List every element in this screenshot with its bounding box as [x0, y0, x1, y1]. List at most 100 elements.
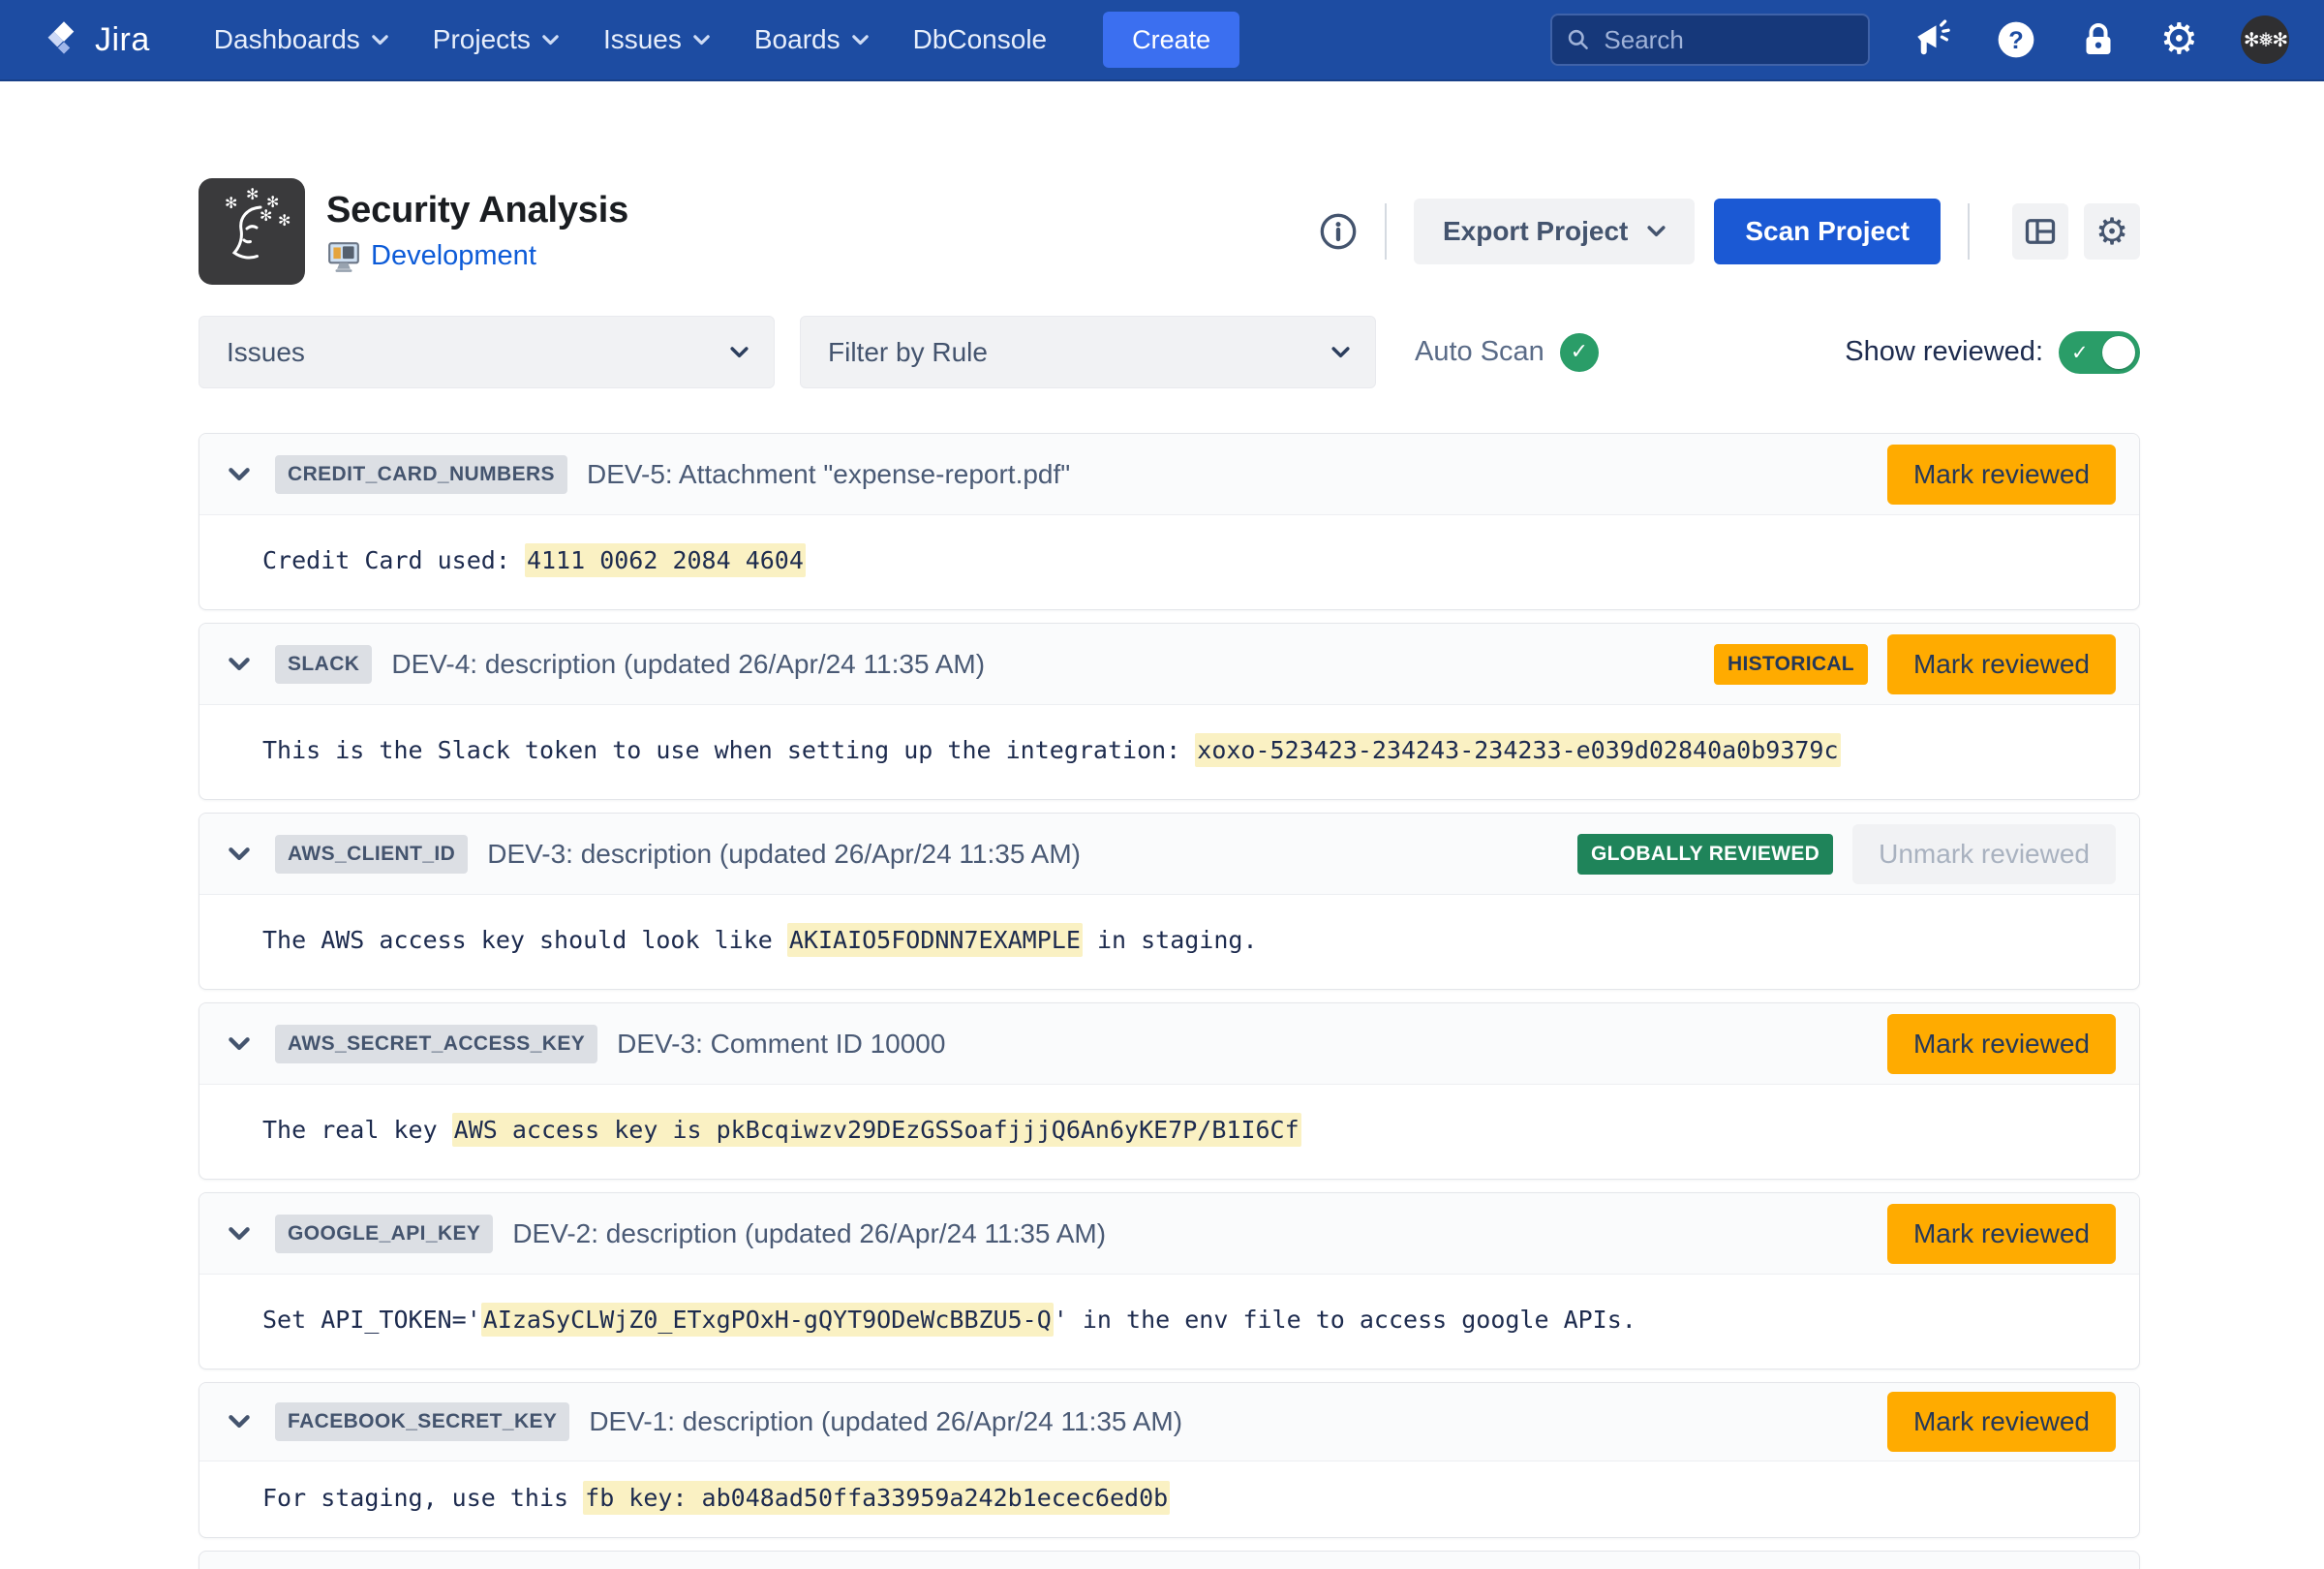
help-button[interactable]: ?: [1996, 19, 2036, 60]
review-button[interactable]: Mark reviewed: [1887, 1014, 2116, 1074]
project-settings-button[interactable]: ⚙: [2084, 203, 2140, 260]
secret-highlight: xoxo-523423-234243-234233-e039d02840a0b9…: [1195, 733, 1840, 767]
finding-header[interactable]: AWS_CLIENT_ID DEV-3: description (update…: [199, 814, 2139, 895]
chevron-down-icon: [730, 347, 749, 358]
create-button[interactable]: Create: [1103, 12, 1239, 68]
search-icon: [1566, 25, 1591, 54]
finding-body: The real key AWS access key is pkBcqiwzv…: [199, 1085, 2139, 1179]
secret-highlight: AIzaSyCLWjZ0_ETxgPOxH-gQYT9ODeWcBBZU5-Q: [481, 1303, 1054, 1337]
svg-text:?: ?: [2008, 27, 2024, 54]
rule-badge: CREDIT_CARD_NUMBERS: [275, 455, 567, 494]
info-button[interactable]: [1319, 212, 1358, 251]
nav-dbconsole[interactable]: DbConsole: [913, 24, 1048, 55]
show-reviewed-label: Show reviewed:: [1845, 336, 2043, 368]
filter-row: Issues Filter by Rule Auto Scan ✓ Show r…: [199, 316, 2140, 388]
jira-logo-icon: [43, 18, 85, 61]
main-nav: Dashboards Projects Issues Boards DbCons…: [214, 24, 1091, 55]
finding-title: DEV-3: description (updated 26/Apr/24 11…: [487, 839, 1081, 870]
export-project-button[interactable]: Export Project: [1414, 199, 1695, 264]
review-button[interactable]: Mark reviewed: [1887, 445, 2116, 505]
project-link[interactable]: Development: [371, 240, 536, 272]
chevron-down-icon: [1331, 347, 1350, 358]
review-button[interactable]: Mark reviewed: [1887, 634, 2116, 694]
search-input[interactable]: [1602, 24, 1859, 56]
divider: [1385, 203, 1387, 260]
nav-boards[interactable]: Boards: [754, 24, 869, 55]
finding-header[interactable]: FACEBOOK_SECRET_KEY DEV-1: description (…: [199, 1383, 2139, 1461]
secret-highlight: AKIAIO5FODNN7EXAMPLE: [787, 923, 1083, 957]
finding-body: For staging, use this fb key: ab048ad50f…: [199, 1461, 2139, 1537]
nav-issues[interactable]: Issues: [603, 24, 710, 55]
finding-card: CREDIT_CARD_NUMBERS DEV-5: Attachment "e…: [199, 433, 2140, 610]
secret-highlight: AWS access key is pkBcqiwzv29DEzGSSoafjj…: [452, 1113, 1301, 1147]
security-button[interactable]: [2079, 20, 2118, 59]
show-reviewed-control: Show reviewed: ✓: [1845, 331, 2140, 374]
issues-filter-select[interactable]: Issues: [199, 316, 775, 388]
collapse-chevron-icon[interactable]: [229, 1227, 250, 1241]
announcements-button[interactable]: [1912, 19, 1953, 60]
finding-header[interactable]: GOOGLE_API_KEY DEV-2: description (updat…: [199, 1193, 2139, 1275]
rule-badge: AWS_SECRET_ACCESS_KEY: [275, 1025, 597, 1063]
toggle-knob: [2102, 336, 2135, 369]
top-navbar: Jira Dashboards Projects Issues Boards D…: [0, 0, 2324, 81]
finding-card: AWS_CLIENT_ID DEV-3: description (update…: [199, 813, 2140, 990]
secret-highlight: 4111 0062 2084 4604: [525, 543, 806, 577]
review-button[interactable]: Mark reviewed: [1887, 1392, 2116, 1452]
board-view-button[interactable]: [2012, 203, 2068, 260]
jira-logo[interactable]: Jira: [43, 18, 150, 61]
collapse-chevron-icon[interactable]: [229, 468, 250, 481]
chevron-down-icon: [372, 35, 388, 46]
monitor-icon: [326, 239, 361, 274]
project-avatar: ✻✻✻ ✻✻: [199, 178, 305, 285]
finding-body: Set API_TOKEN='AIzaSyCLWjZ0_ETxgPOxH-gQY…: [199, 1275, 2139, 1369]
finding-header[interactable]: SLACK DEV-4: description (updated 26/Apr…: [199, 624, 2139, 705]
review-button[interactable]: Unmark reviewed: [1852, 824, 2116, 884]
collapse-chevron-icon[interactable]: [229, 847, 250, 861]
megaphone-icon: [1912, 19, 1953, 60]
divider: [1968, 203, 1970, 260]
collapse-chevron-icon[interactable]: [229, 1415, 250, 1429]
finding-card: SLACK DEV-4: description (updated 26/Apr…: [199, 623, 2140, 800]
scan-project-button[interactable]: Scan Project: [1714, 199, 1941, 264]
rule-badge: GOOGLE_API_KEY: [275, 1215, 493, 1253]
rule-filter-select[interactable]: Filter by Rule: [800, 316, 1376, 388]
collapse-chevron-icon[interactable]: [229, 1037, 250, 1051]
chevron-down-icon: [693, 35, 710, 46]
nav-projects[interactable]: Projects: [433, 24, 559, 55]
next-finding-card-edge: [199, 1551, 2140, 1569]
finding-body: This is the Slack token to use when sett…: [199, 705, 2139, 799]
chevron-down-icon: [852, 35, 869, 46]
svg-text:✻: ✻: [246, 185, 259, 203]
show-reviewed-toggle[interactable]: ✓: [2059, 331, 2140, 374]
jira-logo-text: Jira: [95, 21, 150, 59]
page-header: ✻✻✻ ✻✻ Security Analysis Development: [199, 178, 2140, 285]
board-view-icon: [2023, 214, 2058, 249]
auto-scan-check-icon: ✓: [1560, 333, 1599, 372]
finding-header[interactable]: AWS_SECRET_ACCESS_KEY DEV-3: Comment ID …: [199, 1003, 2139, 1085]
rule-badge: AWS_CLIENT_ID: [275, 835, 468, 874]
auto-scan-indicator: Auto Scan ✓: [1415, 333, 1599, 372]
findings-list: CREDIT_CARD_NUMBERS DEV-5: Attachment "e…: [199, 433, 2140, 1569]
finding-card: GOOGLE_API_KEY DEV-2: description (updat…: [199, 1192, 2140, 1369]
snowflake-avatar-icon: ✻❅✻: [2244, 28, 2286, 51]
chevron-down-icon: [1647, 226, 1666, 237]
collapse-chevron-icon[interactable]: [229, 658, 250, 671]
finding-header[interactable]: CREDIT_CARD_NUMBERS DEV-5: Attachment "e…: [199, 434, 2139, 515]
nav-dashboards[interactable]: Dashboards: [214, 24, 388, 55]
settings-button[interactable]: ⚙: [2160, 18, 2198, 61]
finding-card: FACEBOOK_SECRET_KEY DEV-1: description (…: [199, 1382, 2140, 1538]
page-title: Security Analysis: [326, 190, 628, 231]
finding-title: DEV-3: Comment ID 10000: [617, 1029, 945, 1060]
search-box[interactable]: [1550, 14, 1870, 66]
gear-icon: ⚙: [2095, 213, 2128, 250]
review-button[interactable]: Mark reviewed: [1887, 1204, 2116, 1264]
chevron-down-icon: [542, 35, 559, 46]
finding-card: AWS_SECRET_ACCESS_KEY DEV-3: Comment ID …: [199, 1002, 2140, 1180]
finding-body: Credit Card used: 4111 0062 2084 4604: [199, 515, 2139, 609]
rule-badge: SLACK: [275, 645, 372, 684]
help-icon: ?: [1996, 19, 2036, 60]
auto-scan-label: Auto Scan: [1415, 336, 1544, 368]
user-avatar[interactable]: ✻❅✻: [2241, 15, 2289, 64]
rule-badge: FACEBOOK_SECRET_KEY: [275, 1402, 569, 1441]
svg-text:✻: ✻: [260, 206, 272, 225]
